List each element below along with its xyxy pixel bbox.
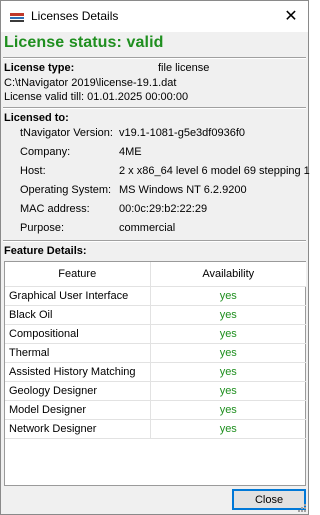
table-row[interactable]: Compositional yes: [5, 324, 306, 344]
feature-availability: yes: [150, 419, 306, 439]
company-value: 4ME: [119, 146, 142, 158]
feature-availability: yes: [150, 362, 306, 382]
feature-availability: yes: [150, 400, 306, 420]
table-row[interactable]: Geology Designer yes: [5, 381, 306, 401]
feature-table-container[interactable]: Feature Availability Graphical User Inte…: [4, 261, 306, 486]
feature-availability: yes: [150, 286, 306, 306]
feature-availability: yes: [150, 324, 306, 344]
divider: [3, 240, 306, 242]
feature-details-heading: Feature Details:: [4, 245, 87, 257]
feature-name: Geology Designer: [5, 381, 151, 401]
feature-name: Thermal: [5, 343, 151, 363]
column-header-availability[interactable]: Availability: [150, 262, 306, 287]
table-row[interactable]: Graphical User Interface yes: [5, 286, 306, 306]
feature-availability: yes: [150, 381, 306, 401]
resize-grip-icon[interactable]: [295, 501, 307, 513]
table-row[interactable]: Thermal yes: [5, 343, 306, 363]
company-label: Company:: [20, 146, 71, 158]
license-type-value: file license: [158, 62, 210, 74]
licenses-details-dialog: Licenses Details ✕ License status: valid…: [0, 0, 310, 515]
feature-name: Graphical User Interface: [5, 286, 151, 306]
window-title: Licenses Details: [31, 9, 119, 23]
feature-name: Compositional: [5, 324, 151, 344]
table-row[interactable]: Assisted History Matching yes: [5, 362, 306, 382]
feature-name: Black Oil: [5, 305, 151, 325]
mac-label: MAC address:: [20, 203, 90, 215]
version-label: tNavigator Version:: [20, 127, 113, 139]
close-icon[interactable]: ✕: [274, 1, 308, 31]
divider: [3, 107, 306, 109]
table-row[interactable]: Network Designer yes: [5, 419, 306, 439]
dialog-content: License status: valid License type: file…: [1, 32, 310, 514]
feature-name: Assisted History Matching: [5, 362, 151, 382]
version-value: v19.1-1081-g5e3df0936f0: [119, 127, 245, 139]
app-logo-icon: [9, 11, 25, 23]
column-header-feature[interactable]: Feature: [5, 262, 151, 287]
os-label: Operating System:: [20, 184, 112, 196]
feature-availability: yes: [150, 343, 306, 363]
os-value: MS Windows NT 6.2.9200: [119, 184, 247, 196]
table-row[interactable]: Black Oil yes: [5, 305, 306, 325]
licensed-to-heading: Licensed to:: [4, 112, 69, 124]
table-header-row: Feature Availability: [5, 262, 306, 287]
divider: [3, 57, 306, 59]
license-type-label: License type:: [4, 62, 75, 74]
feature-name: Model Designer: [5, 400, 151, 420]
title-bar: Licenses Details ✕: [1, 1, 308, 32]
table-row[interactable]: Model Designer yes: [5, 400, 306, 420]
license-valid-till: License valid till: 01.01.2025 00:00:00: [4, 91, 189, 103]
host-label: Host:: [20, 165, 46, 177]
feature-availability: yes: [150, 305, 306, 325]
mac-value: 00:0c:29:b2:22:29: [119, 203, 208, 215]
license-status: License status: valid: [4, 34, 164, 51]
purpose-label: Purpose:: [20, 222, 65, 234]
purpose-value: commercial: [119, 222, 176, 234]
license-path: C:\tNavigator 2019\license-19.1.dat: [4, 77, 177, 89]
feature-name: Network Designer: [5, 419, 151, 439]
host-value: 2 x x86_64 level 6 model 69 stepping 1: [119, 165, 310, 177]
feature-table: Feature Availability Graphical User Inte…: [5, 262, 306, 439]
